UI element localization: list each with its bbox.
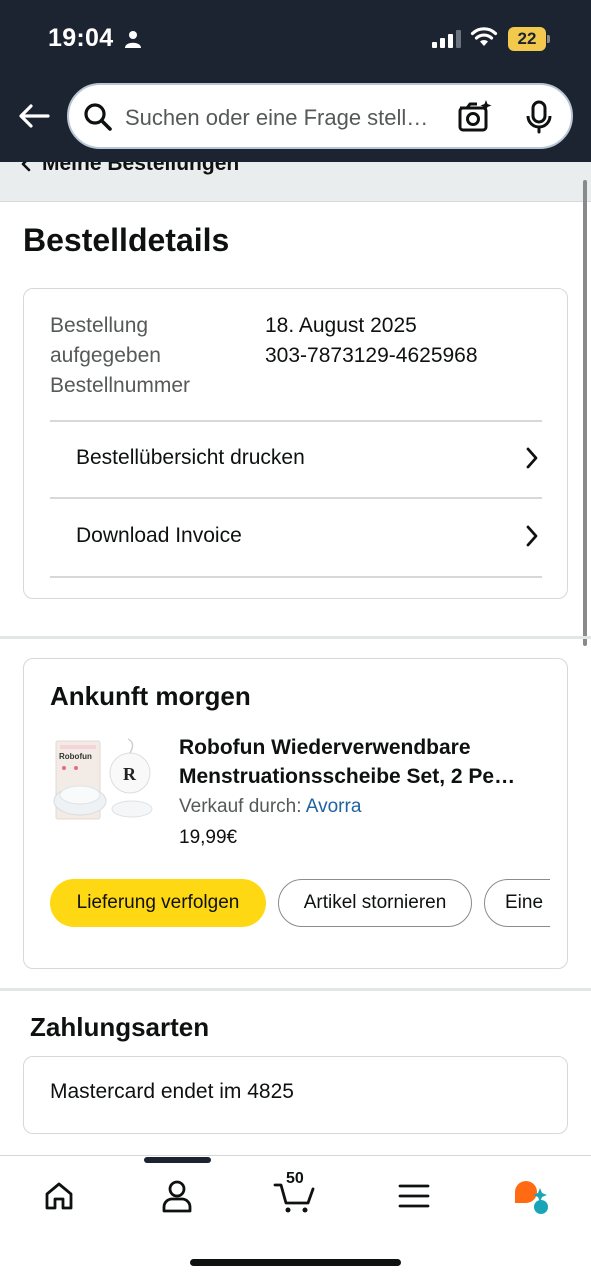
product-title-link[interactable]: Robofun Wiederverwendbare Menstruationss… <box>179 733 549 791</box>
back-arrow-icon <box>19 104 50 128</box>
account-icon <box>162 1180 192 1213</box>
order-labels: Bestellung aufgegeben Bestellnummer <box>50 311 250 401</box>
chevron-right-icon <box>526 447 538 469</box>
section-separator <box>0 636 591 639</box>
nav-home[interactable] <box>34 1174 84 1218</box>
product-image-brand: Robofun <box>59 752 92 761</box>
product-price: 19,99€ <box>179 827 238 848</box>
divider <box>50 576 542 578</box>
arrival-status: Ankunft morgen <box>50 681 251 711</box>
section-separator <box>0 988 591 991</box>
product-title-line: Menstruationsscheibe Set, 2 Pe… <box>179 765 516 788</box>
camera-search-icon[interactable] <box>457 99 493 133</box>
menu-icon <box>398 1184 430 1208</box>
signal-icon <box>432 30 461 48</box>
product-image[interactable]: Robofun R <box>50 735 158 831</box>
download-invoice-label: Download Invoice <box>76 524 242 547</box>
seller-info: Verkauf durch: Avorra <box>179 796 361 818</box>
person-icon <box>125 31 141 48</box>
more-action-button[interactable]: Eine <box>484 879 550 927</box>
status-time: 19:04 <box>48 24 114 52</box>
nav-assistant[interactable] <box>506 1174 556 1218</box>
order-number: 303-7873129-4625968 <box>265 344 478 367</box>
nav-menu[interactable] <box>389 1174 439 1218</box>
payment-card-ending: endet im 4825 <box>160 1080 294 1103</box>
chevron-left-icon <box>21 162 31 172</box>
track-delivery-button[interactable]: Lieferung verfolgen <box>50 879 266 927</box>
breadcrumb[interactable]: Meine Bestellungen <box>0 162 591 202</box>
breadcrumb-label[interactable]: Meine Bestellungen <box>42 162 239 176</box>
product-image-mark: R <box>123 764 137 784</box>
order-label-line: Bestellung <box>50 314 149 337</box>
payment-section-title: Zahlungsarten <box>30 1012 210 1042</box>
payment-method-text: Mastercard endet im 4825 <box>50 1080 294 1104</box>
battery-level: 22 <box>517 29 537 48</box>
print-order-summary-link[interactable]: Bestellübersicht drucken <box>50 420 542 496</box>
page-title: Bestelldetails <box>23 222 230 258</box>
back-button[interactable] <box>14 96 54 136</box>
ai-assistant-icon <box>515 1181 548 1214</box>
order-date: 18. August 2025 <box>265 314 417 337</box>
nav-account[interactable] <box>152 1174 202 1218</box>
home-indicator-bar[interactable] <box>190 1259 401 1266</box>
print-order-summary-label: Bestellübersicht drucken <box>76 446 305 469</box>
wifi-icon <box>470 27 498 46</box>
action-button-row[interactable]: Lieferung verfolgen Artikel stornieren E… <box>50 879 550 929</box>
home-icon <box>45 1182 73 1210</box>
product-title-line: Robofun Wiederverwendbare <box>179 736 471 759</box>
seller-prefix: Verkauf durch: <box>179 796 302 817</box>
order-values: 18. August 2025 303-7873129-4625968 <box>265 311 478 371</box>
active-tab-indicator <box>144 1157 211 1163</box>
top-header: 19:04 22 Suchen oder eine Frage stell… <box>0 0 591 162</box>
microphone-icon[interactable] <box>525 100 553 134</box>
cart-count-badge: 50 <box>286 1170 304 1187</box>
battery-indicator: 22 <box>508 27 550 51</box>
order-label-line: Bestellnummer <box>50 374 191 397</box>
search-icon <box>84 103 112 131</box>
cancel-item-button[interactable]: Artikel stornieren <box>278 879 472 927</box>
seller-link[interactable]: Avorra <box>306 796 362 817</box>
shipment-card: Ankunft morgen Robofun R Robofun Wiederv… <box>23 658 568 969</box>
scrollbar[interactable] <box>583 180 587 646</box>
order-label-line: aufgegeben <box>50 344 161 367</box>
chevron-right-icon <box>526 525 538 547</box>
order-info-card: Bestellung aufgegeben Bestellnummer 18. … <box>23 288 568 599</box>
search-bar[interactable]: Suchen oder eine Frage stell… <box>67 83 573 149</box>
payment-method-card: Mastercard endet im 4825 <box>23 1056 568 1134</box>
download-invoice-link[interactable]: Download Invoice <box>50 498 542 574</box>
payment-method-name: Mastercard <box>50 1080 156 1103</box>
search-input[interactable]: Suchen oder eine Frage stell… <box>125 105 445 131</box>
